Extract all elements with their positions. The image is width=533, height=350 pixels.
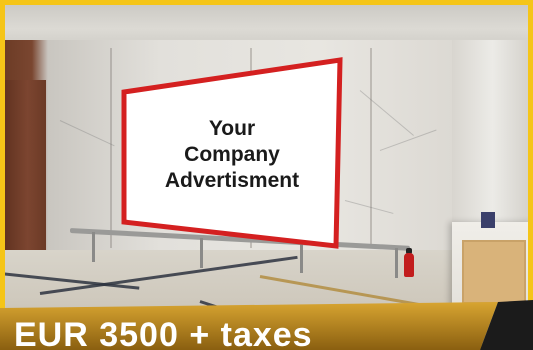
price-text: EUR 3500 + taxes — [14, 316, 313, 350]
photo-scene: Your Company Advertisment EUR 3500 + tax… — [0, 0, 533, 350]
ad-line-2: Company — [184, 143, 280, 166]
ad-line-1: Your — [208, 117, 256, 140]
ad-line-3: Advertisment — [164, 169, 300, 192]
advertisement-text: Your Company Advertisment — [134, 116, 330, 194]
